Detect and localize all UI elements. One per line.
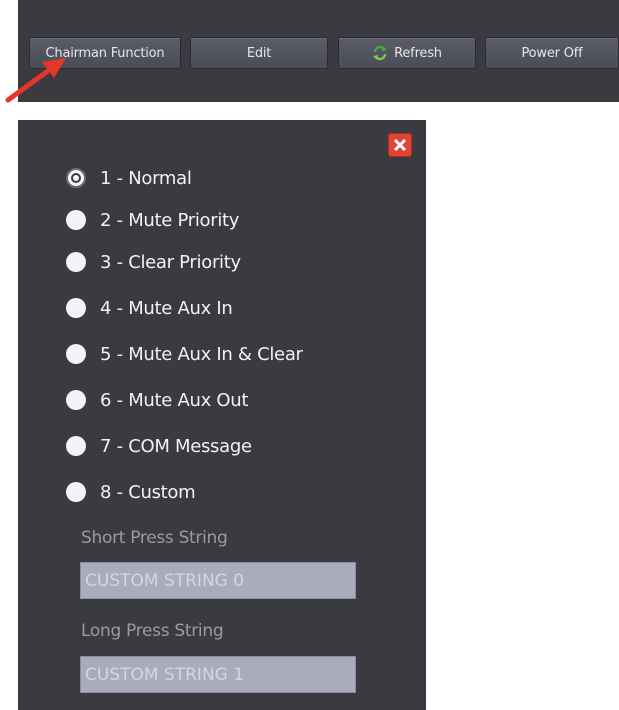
option-label: 1 - Normal	[100, 167, 192, 189]
close-button[interactable]	[388, 133, 412, 157]
radio-button[interactable]	[66, 390, 86, 410]
option-clear-priority[interactable]: 3 - Clear Priority	[66, 249, 241, 275]
short-press-label: Short Press String	[81, 528, 228, 548]
option-label: 4 - Mute Aux In	[100, 297, 233, 319]
short-press-input[interactable]	[80, 562, 356, 599]
power-off-button[interactable]: Power Off	[485, 37, 619, 69]
option-label: 7 - COM Message	[100, 435, 252, 457]
option-label: 8 - Custom	[100, 481, 196, 503]
chairman-function-dialog: 1 - Normal 2 - Mute Priority 3 - Clear P…	[18, 120, 426, 710]
option-mute-priority[interactable]: 2 - Mute Priority	[66, 207, 239, 233]
radio-button-selected[interactable]	[66, 168, 86, 188]
refresh-icon	[372, 45, 388, 61]
refresh-button[interactable]: Refresh	[338, 37, 476, 69]
option-normal[interactable]: 1 - Normal	[66, 165, 192, 191]
edit-label: Edit	[246, 45, 272, 61]
option-mute-aux-out[interactable]: 6 - Mute Aux Out	[66, 387, 248, 413]
option-label: 3 - Clear Priority	[100, 251, 241, 273]
long-press-input[interactable]	[80, 656, 356, 693]
radio-button[interactable]	[66, 210, 86, 230]
option-mute-aux-in[interactable]: 4 - Mute Aux In	[66, 295, 233, 321]
option-com-message[interactable]: 7 - COM Message	[66, 433, 252, 459]
radio-button[interactable]	[66, 344, 86, 364]
radio-button[interactable]	[66, 252, 86, 272]
radio-button[interactable]	[66, 436, 86, 456]
toolbar: Chairman Function Edit Refresh Power Off	[18, 0, 619, 102]
power-off-label: Power Off	[521, 45, 583, 61]
option-custom[interactable]: 8 - Custom	[66, 479, 196, 505]
option-label: 5 - Mute Aux In & Clear	[100, 343, 303, 365]
long-press-label: Long Press String	[81, 621, 224, 641]
edit-button[interactable]: Edit	[190, 37, 328, 69]
refresh-label: Refresh	[394, 45, 442, 61]
option-mute-aux-in-clear[interactable]: 5 - Mute Aux In & Clear	[66, 341, 303, 367]
arrow-pointer-icon	[5, 58, 66, 103]
option-label: 2 - Mute Priority	[100, 209, 240, 231]
option-label: 6 - Mute Aux Out	[100, 389, 249, 411]
close-icon	[393, 138, 407, 152]
radio-button[interactable]	[66, 482, 86, 502]
radio-button[interactable]	[66, 298, 86, 318]
